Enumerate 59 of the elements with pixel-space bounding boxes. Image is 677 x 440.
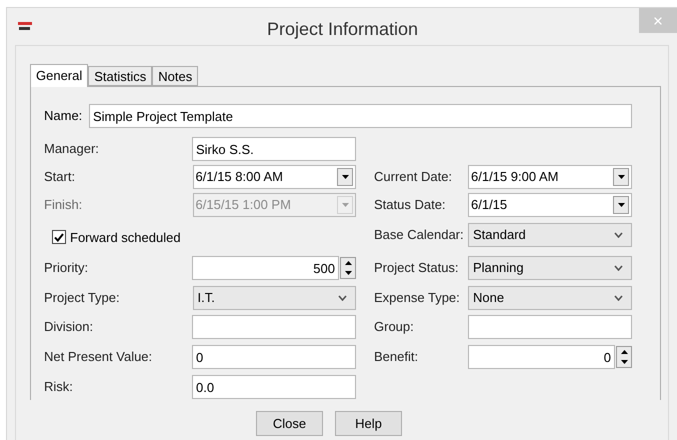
date-field[interactable]: 6/1/15 bbox=[468, 193, 632, 217]
field-label: Base Calendar: bbox=[374, 226, 465, 244]
down-arrow-icon bbox=[620, 360, 628, 364]
dialog-button[interactable]: Close bbox=[256, 411, 323, 436]
tab[interactable]: Statistics bbox=[88, 66, 152, 86]
chevron-down-icon bbox=[614, 295, 623, 301]
down-arrow-icon bbox=[344, 271, 352, 275]
window-title: Project Information bbox=[267, 18, 418, 41]
chevron-down-icon bbox=[338, 295, 347, 301]
field-label: Name: bbox=[44, 107, 84, 126]
up-arrow-icon bbox=[344, 261, 352, 265]
dialog-button[interactable]: Help bbox=[335, 411, 402, 436]
field-label: Risk: bbox=[44, 378, 74, 396]
field-label: Expense Type: bbox=[374, 289, 461, 308]
dropdown-button[interactable] bbox=[613, 168, 629, 186]
dropdown-field[interactable]: None bbox=[468, 286, 632, 310]
chevron-down-icon bbox=[614, 265, 623, 271]
text-field[interactable] bbox=[468, 315, 632, 339]
text-field[interactable]: 0 bbox=[192, 345, 356, 369]
number-field[interactable]: 500 bbox=[192, 256, 339, 280]
field-label: Status Date: bbox=[374, 196, 447, 214]
field-label: Manager: bbox=[44, 140, 100, 158]
chevron-down-icon bbox=[614, 232, 623, 238]
close-icon bbox=[652, 14, 664, 26]
dropdown-button[interactable] bbox=[337, 168, 353, 186]
field-label: Priority: bbox=[44, 259, 90, 278]
tab[interactable]: Notes bbox=[152, 66, 198, 86]
text-field[interactable]: Simple Project Template bbox=[89, 104, 632, 128]
field-label: Finish: bbox=[44, 196, 84, 214]
text-field[interactable]: Sirko S.S. bbox=[192, 137, 356, 161]
down-arrow-icon bbox=[342, 203, 348, 207]
checkbox[interactable] bbox=[52, 230, 66, 244]
field-label: Project Type: bbox=[44, 289, 121, 308]
field-label: Group: bbox=[374, 318, 415, 336]
field-label: Net Present Value: bbox=[44, 348, 154, 366]
field-label: Benefit: bbox=[374, 348, 420, 366]
date-field[interactable]: 6/1/15 9:00 AM bbox=[468, 165, 632, 189]
dropdown-field[interactable]: Planning bbox=[468, 256, 632, 280]
app-logo-icon bbox=[18, 22, 34, 31]
down-arrow-icon bbox=[618, 203, 624, 207]
number-field[interactable]: 0 bbox=[468, 345, 615, 369]
dropdown-field[interactable]: Standard bbox=[468, 223, 632, 247]
dropdown-button[interactable] bbox=[613, 196, 629, 214]
checkmark-icon bbox=[54, 232, 64, 242]
field-label: Start: bbox=[44, 168, 76, 186]
tab[interactable]: General bbox=[30, 64, 88, 87]
text-field[interactable] bbox=[192, 315, 356, 339]
date-field[interactable]: 6/1/15 8:00 AM bbox=[192, 165, 356, 189]
field-label: Project Status: bbox=[374, 259, 460, 278]
down-arrow-icon bbox=[342, 175, 348, 179]
field-label: Current Date: bbox=[374, 168, 454, 186]
field-label: Division: bbox=[44, 318, 94, 336]
dropdown-field[interactable]: I.T. bbox=[192, 286, 356, 310]
text-field[interactable]: 0.0 bbox=[192, 375, 356, 399]
checkbox-label: Forward scheduled bbox=[70, 228, 181, 246]
up-arrow-icon bbox=[620, 350, 628, 354]
down-arrow-icon bbox=[618, 175, 624, 179]
spin-buttons[interactable] bbox=[340, 257, 356, 279]
spin-buttons[interactable] bbox=[616, 346, 632, 368]
